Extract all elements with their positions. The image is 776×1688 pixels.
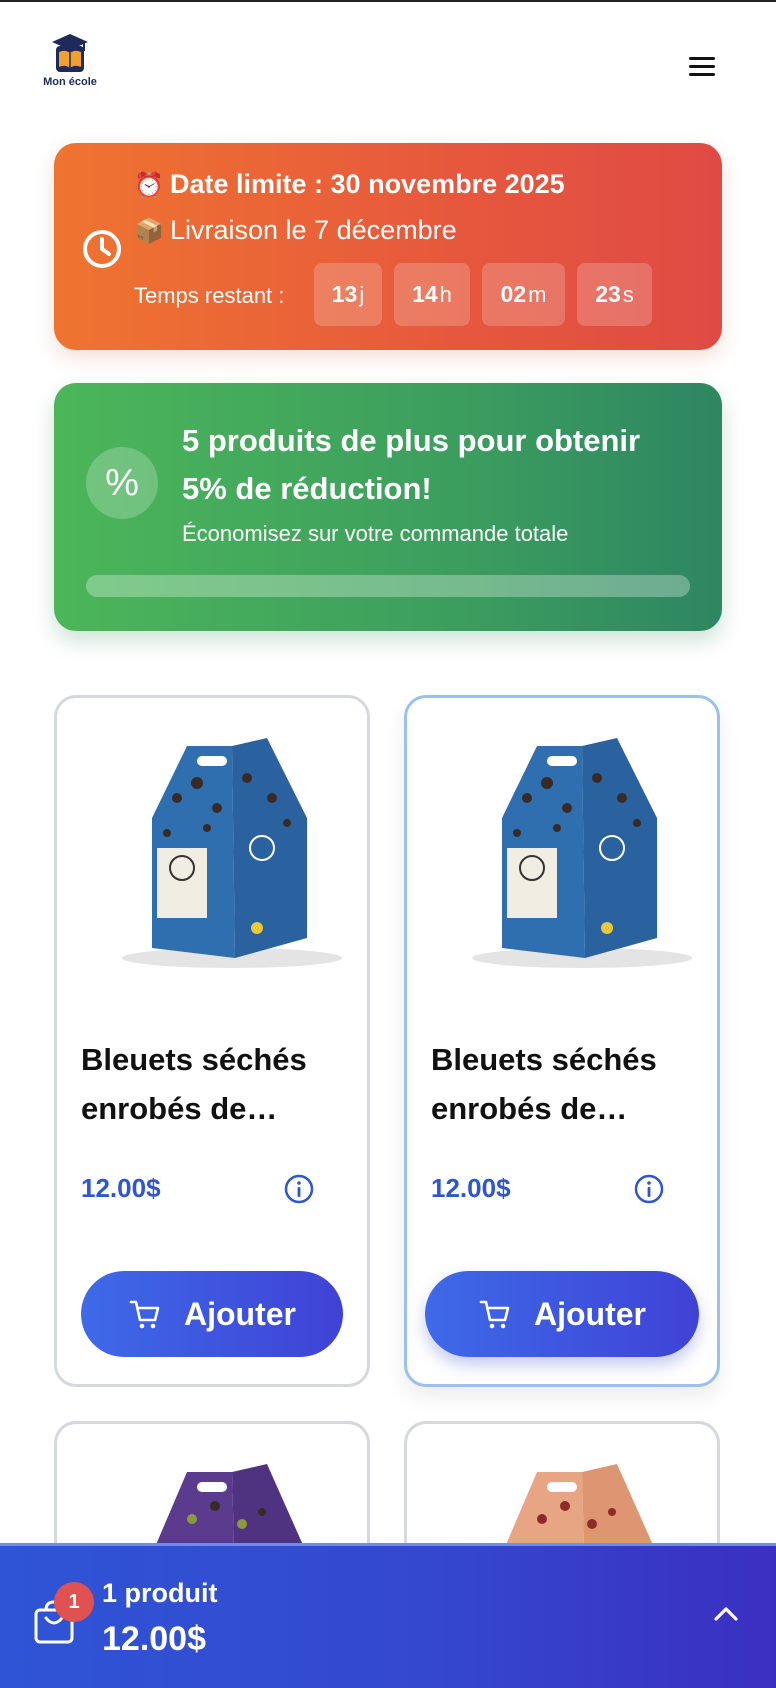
product-price: 12.00$	[431, 1173, 511, 1203]
hamburger-menu-icon[interactable]	[686, 54, 718, 82]
product-name: Bleuets séchés enrobés de…	[431, 1042, 657, 1126]
countdown-days: 13 j	[314, 263, 382, 326]
discount-subtitle: Économisez sur votre commande totale	[182, 521, 569, 546]
add-to-cart-button[interactable]: Ajouter	[81, 1271, 343, 1357]
product-name: Bleuets séchés enrobés de…	[81, 1042, 307, 1126]
add-to-cart-label: Ajouter	[184, 1295, 296, 1332]
deadline-card: ⏰ Date limite : 30 novembre 2025 📦 Livrais…	[54, 143, 722, 350]
discount-progress-card: % 5 produits de plus pour obtenir 5% de …	[54, 383, 722, 631]
cart-count-badge: 1	[54, 1582, 94, 1622]
school-logo[interactable]: Mon école	[40, 32, 100, 96]
product-image	[472, 738, 692, 968]
info-icon[interactable]	[283, 1173, 315, 1205]
chevron-up-icon[interactable]	[710, 1598, 742, 1630]
percent-icon: %	[86, 447, 158, 519]
add-to-cart-label: Ajouter	[534, 1295, 646, 1332]
discount-title: 5 produits de plus pour obtenir 5% de ré…	[182, 423, 641, 506]
school-book-icon	[52, 34, 88, 72]
product-image	[122, 738, 342, 968]
add-to-cart-button[interactable]: Ajouter	[425, 1271, 699, 1357]
discount-progress-bar	[86, 575, 690, 597]
cart-icon	[129, 1300, 160, 1329]
cart-icon	[479, 1300, 510, 1329]
header: Mon école	[0, 2, 776, 130]
cart-summary-bar[interactable]: 1 1 produit 12.00$	[0, 1543, 776, 1688]
product-card[interactable]: Bleuets séchés enrobés de… 12.00$ Ajoute…	[404, 695, 720, 1387]
deadline-date: ⏰ Date limite : 30 novembre 2025	[134, 169, 565, 199]
product-price: 12.00$	[81, 1173, 161, 1203]
package-icon: 📦	[134, 218, 164, 245]
alarm-clock-icon: ⏰	[134, 172, 164, 199]
time-remaining-label: Temps restant :	[134, 283, 285, 308]
delivery-date: 📦 Livraison le 7 décembre	[134, 215, 457, 245]
logo-label: Mon école	[43, 76, 97, 88]
countdown-hours: 14 h	[394, 263, 470, 326]
cart-total: 12.00$	[102, 1620, 206, 1658]
clock-icon	[83, 230, 121, 268]
countdown-seconds: 23 s	[577, 263, 652, 326]
info-icon[interactable]	[633, 1173, 665, 1205]
cart-item-count: 1 produit	[102, 1578, 218, 1608]
countdown-minutes: 02 m	[482, 263, 565, 326]
product-card[interactable]: Bleuets séchés enrobés de… 12.00$ Ajoute…	[54, 695, 370, 1387]
